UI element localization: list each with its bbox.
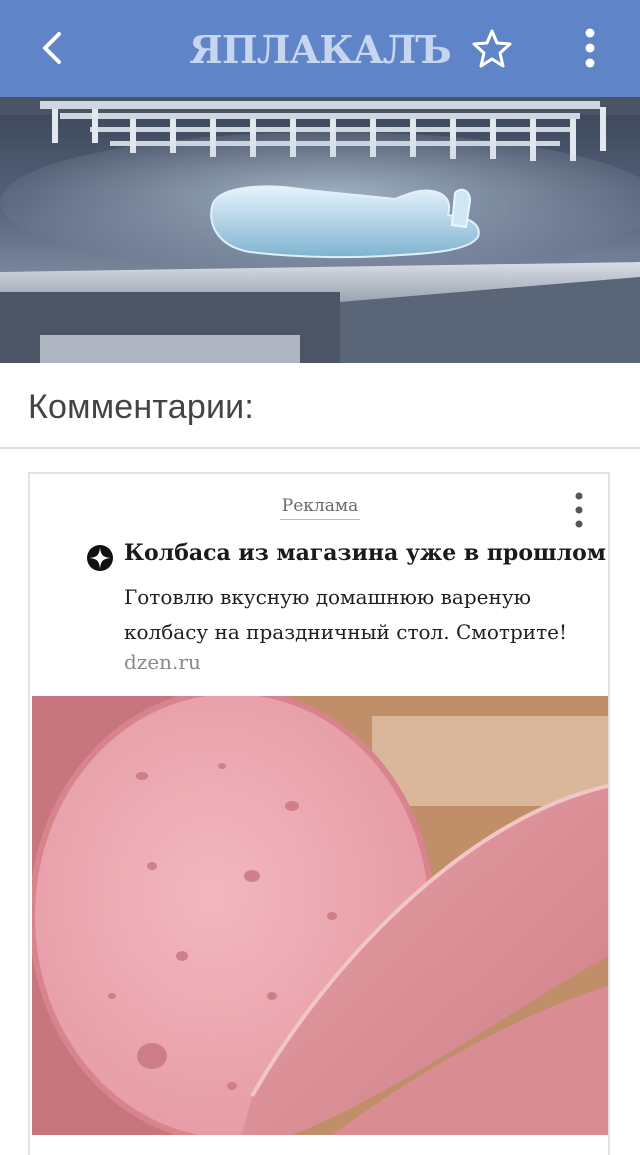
app-bar: ЯПЛАКАЛЪ — [0, 0, 640, 97]
logo-text: ЯПЛАКАЛЪ — [189, 26, 451, 72]
ad-label: Реклама — [280, 496, 360, 520]
star-outline-icon — [472, 29, 512, 68]
overflow-menu-button[interactable] — [566, 22, 614, 74]
dzen-icon — [87, 545, 113, 571]
back-button[interactable] — [26, 22, 78, 74]
frozen-body-image — [0, 97, 640, 363]
ad-image[interactable] — [32, 696, 608, 1135]
ad-card[interactable]: Реклама Колбаса из магазина уже в прошло… — [28, 472, 610, 1155]
ad-domain[interactable]: dzen.ru — [124, 650, 201, 674]
divider — [0, 447, 640, 449]
comments-title: Комментарии: — [28, 388, 254, 426]
favorite-button[interactable] — [466, 22, 518, 74]
more-vertical-icon — [575, 492, 583, 528]
ad-text[interactable]: Готовлю вкусную домашнюю вареную колбасу… — [124, 580, 604, 650]
ad-menu-button[interactable] — [566, 490, 592, 530]
article-image — [0, 97, 640, 363]
ad-title[interactable]: Колбаса из магазина уже в прошлом — [124, 540, 606, 566]
sausage-image — [32, 696, 608, 1135]
back-arrow-icon — [43, 32, 61, 64]
site-logo[interactable]: ЯПЛАКАЛЪ — [189, 22, 451, 76]
more-vertical-icon — [585, 28, 595, 68]
